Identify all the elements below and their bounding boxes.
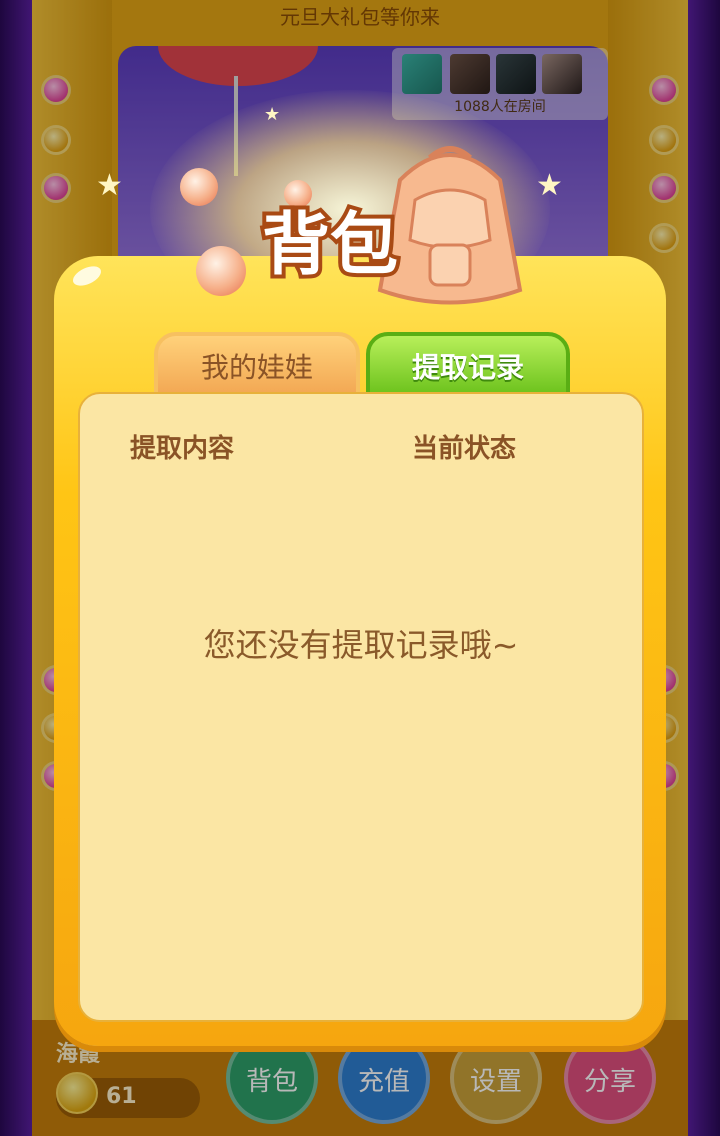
star-icon: ★	[96, 168, 123, 203]
star-icon: ★	[264, 104, 281, 125]
column-header-content: 提取内容	[130, 434, 235, 464]
candy-icon	[180, 168, 218, 206]
backpack-title: 背包	[258, 202, 402, 289]
records-list	[78, 392, 644, 1022]
tab-withdraw-records[interactable]: 提取记录	[366, 332, 570, 396]
column-header-status: 当前状态	[412, 434, 517, 464]
backpack-title-text: 背包	[262, 206, 398, 285]
star-icon: ★	[536, 168, 563, 203]
tab-my-dolls[interactable]: 我的娃娃	[154, 332, 360, 396]
empty-state-message: 您还没有提取记录哦~	[203, 626, 519, 664]
